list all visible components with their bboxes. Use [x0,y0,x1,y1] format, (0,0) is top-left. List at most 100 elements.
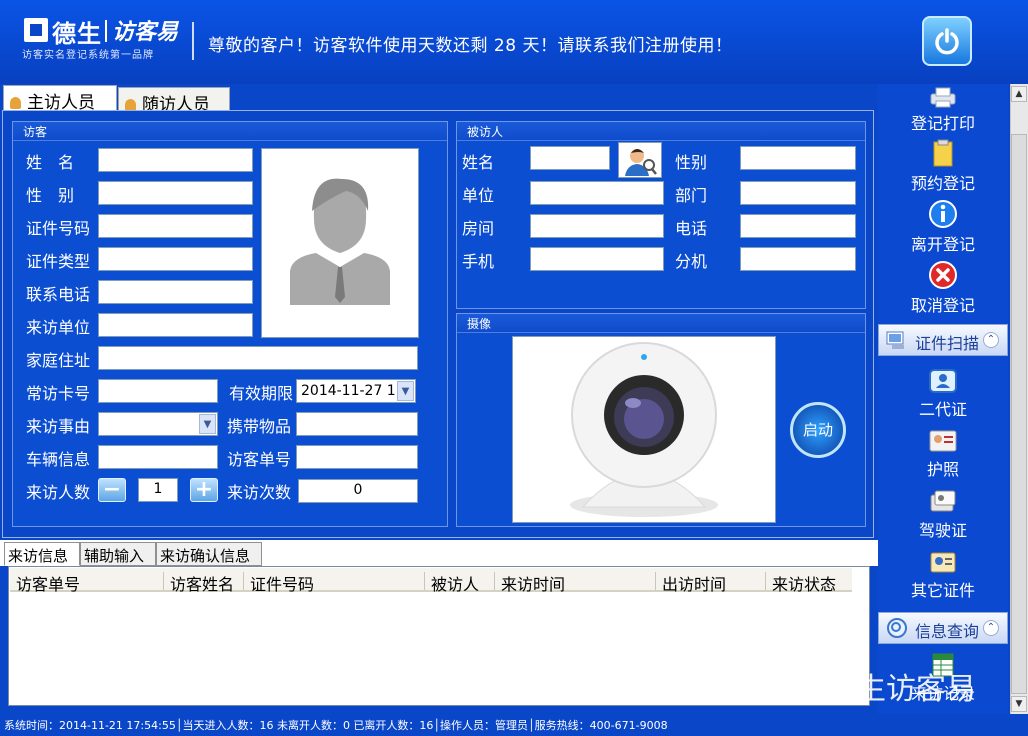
host-tel-field[interactable] [740,214,856,238]
column-header-id-number[interactable]: 证件号码 [250,571,314,595]
column-divider [494,572,495,590]
visitor-phone-field[interactable] [98,280,253,304]
appointment-register-button[interactable]: 预约登记 [878,138,1008,194]
label-gender: 性 别 [26,186,75,205]
scan-id-card-label: 二代证 [918,400,967,419]
host-label-room: 房间 [462,219,495,238]
label-card-no: 常访卡号 [26,384,91,403]
scan-other-id-button[interactable]: 其它证件 [878,549,1008,601]
magnifier-icon [887,618,907,638]
column-header-visit-no[interactable]: 访客单号 [16,571,80,595]
license-notice: 尊敬的客户！访客软件使用天数还剩 28 天！请联系我们注册使用！ [208,36,733,56]
label-visits: 来访次数 [227,483,292,502]
query-section-header[interactable]: 信息查询 ⌃ [878,612,1008,644]
visit-reason-select[interactable]: ▼ [98,412,218,436]
visitor-company-field[interactable] [98,313,253,337]
column-header-status[interactable]: 来访状态 [772,571,836,595]
collapse-icon[interactable]: ⌃ [983,620,999,636]
column-divider [655,572,656,590]
wechat-watermark-icon [773,669,815,697]
scroll-down-icon[interactable]: ▼ [1011,696,1027,712]
tab-visit-confirm[interactable]: 来访确认信息 [156,542,262,566]
host-label-tel: 电话 [675,219,708,238]
visitor-id-type-field[interactable] [98,247,253,271]
column-divider [765,572,766,590]
decrease-count-button[interactable]: − [98,478,126,502]
chevron-down-icon[interactable]: ▼ [199,414,216,434]
cancel-register-button[interactable]: 取消登记 [878,260,1008,316]
camera-preview [512,336,776,523]
host-gender-field[interactable] [740,146,856,170]
label-visitor-count: 来访人数 [26,483,91,502]
scan-driver-license-label: 驾驶证 [918,521,967,540]
valid-until-picker[interactable]: 2014-11-27 1 ▼ [296,379,416,403]
increase-count-button[interactable]: + [190,478,218,502]
host-search-button[interactable] [618,142,662,178]
clipboard-icon [933,139,953,167]
label-phone: 联系电话 [26,285,91,304]
label-address: 家庭住址 [26,351,91,370]
logo-icon [24,18,48,42]
scrollbar-thumb[interactable] [1011,134,1027,694]
cancel-register-label: 取消登记 [910,296,975,315]
close-icon [929,261,957,289]
register-print-button[interactable]: 登记打印 [878,86,1008,134]
scan-section-header[interactable]: 证件扫描 ⌃ [878,324,1008,356]
vehicle-info-field[interactable] [98,445,218,469]
host-unit-field[interactable] [530,181,664,205]
tab-companion[interactable]: 随访人员 [118,87,230,115]
scan-passport-button[interactable]: 护照 [878,428,1008,480]
visitor-name-field[interactable] [98,148,253,172]
leave-register-label: 离开登记 [910,235,975,254]
label-company: 来访单位 [26,318,91,337]
label-valid-until: 有效期限 [229,384,294,403]
column-header-arrive-time[interactable]: 来访时间 [501,571,565,595]
visitor-gender-field[interactable] [98,181,253,205]
label-vehicle: 车辆信息 [26,450,91,469]
visitor-id-number-field[interactable] [98,214,253,238]
visit-times-field[interactable]: 0 [298,479,418,503]
visitor-count-field[interactable]: 1 [138,478,178,502]
printer-icon [930,87,956,108]
brand-divider [105,20,107,42]
brand-name: 德生 [52,20,102,48]
visitor-address-field[interactable] [98,346,418,370]
host-mobile-field[interactable] [530,247,664,271]
host-ext-field[interactable] [740,247,856,271]
person-search-icon [625,149,657,176]
scan-driver-license-button[interactable]: 驾驶证 [878,489,1008,541]
scan-id-card-button[interactable]: 二代证 [878,366,1008,420]
column-divider [163,572,164,590]
id-card-icon [929,369,957,393]
column-header-visitor-name[interactable]: 访客姓名 [170,571,234,595]
camera-group-title: 摄像 [457,314,865,333]
chevron-down-icon[interactable]: ▼ [397,381,414,401]
tab-main-visitor[interactable]: 主访人员 [3,85,117,113]
host-label-name: 姓名 [462,153,495,172]
label-id-number: 证件号码 [26,219,91,238]
host-name-field[interactable] [530,146,610,170]
column-header-host[interactable]: 被访人 [431,571,479,595]
host-dept-field[interactable] [740,181,856,205]
column-header-leave-time[interactable]: 出访时间 [662,571,726,595]
webcam-icon [570,342,718,517]
visitor-card-no-field[interactable] [98,379,218,403]
visit-no-field[interactable] [296,445,418,469]
visitor-photo [261,148,419,338]
brand-tagline: 访客实名登记系统第一品牌 [22,50,154,61]
leave-register-button[interactable]: 离开登记 [878,199,1008,255]
tab-aux-input[interactable]: 辅助输入 [80,542,156,566]
label-id-type: 证件类型 [26,252,91,271]
host-room-field[interactable] [530,214,664,238]
driver-license-icon [930,490,956,512]
camera-start-button[interactable]: 启动 [790,402,846,458]
label-reason: 来访事由 [26,417,91,436]
scroll-up-icon[interactable]: ▲ [1011,86,1027,102]
power-icon [935,28,959,55]
carried-items-field[interactable] [296,412,418,436]
power-button[interactable] [922,16,972,66]
status-bar: 系统时间：2014-11-21 17:54:55│当天进入人数：16 未离开人数… [0,714,1028,736]
collapse-icon[interactable]: ⌃ [983,332,999,348]
tab-visit-info[interactable]: 来访信息 [4,542,80,566]
other-id-icon [930,552,956,573]
